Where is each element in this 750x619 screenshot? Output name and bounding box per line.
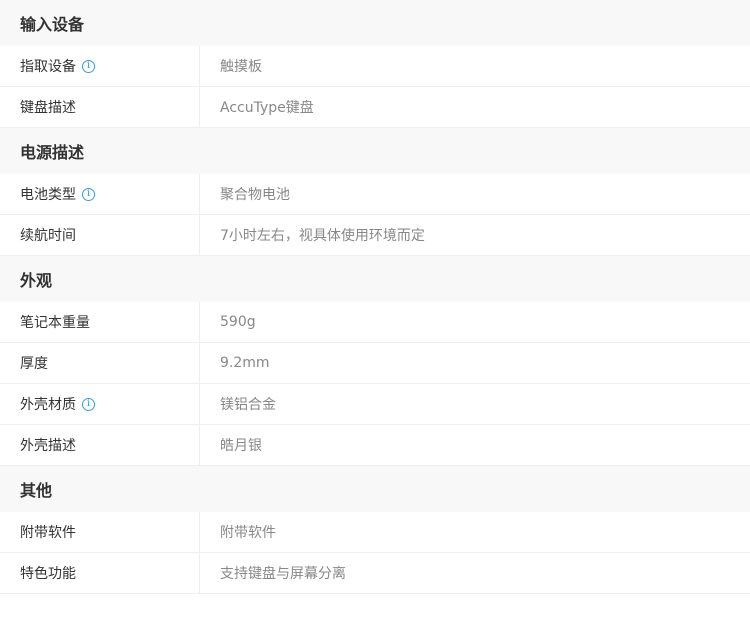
spec-label: 特色功能: [20, 566, 76, 582]
spec-value: 590g: [220, 314, 256, 330]
spec-value: 触摸板: [220, 59, 262, 75]
spec-label: 电池类型: [20, 187, 76, 203]
info-icon[interactable]: i: [82, 397, 95, 411]
section-title-power: 电源描述: [0, 128, 750, 174]
spec-value: AccuType键盘: [220, 100, 314, 116]
section-title-appearance: 外观: [0, 256, 750, 302]
section-title-input-devices: 输入设备: [0, 0, 750, 46]
spec-row: 厚度 9.2mm: [0, 343, 750, 384]
info-icon[interactable]: i: [82, 187, 95, 201]
spec-value: 附带软件: [220, 525, 276, 541]
spec-row: 外壳材质 i 镁铝合金: [0, 384, 750, 425]
info-icon[interactable]: i: [82, 59, 95, 73]
spec-value: 皓月银: [220, 438, 262, 454]
spec-row: 电池类型 i 聚合物电池: [0, 174, 750, 215]
spec-value: 镁铝合金: [220, 397, 276, 413]
section-title-other: 其他: [0, 466, 750, 512]
spec-row: 附带软件 附带软件: [0, 512, 750, 553]
spec-value: 7小时左右，视具体使用环境而定: [220, 228, 425, 244]
spec-label: 外壳描述: [20, 438, 76, 454]
spec-row: 续航时间 7小时左右，视具体使用环境而定: [0, 215, 750, 256]
spec-value: 聚合物电池: [220, 187, 290, 203]
spec-label: 附带软件: [20, 525, 76, 541]
spec-label: 厚度: [20, 356, 48, 372]
spec-row: 指取设备 i 触摸板: [0, 46, 750, 87]
spec-row: 外壳描述 皓月银: [0, 425, 750, 466]
spec-label: 续航时间: [20, 228, 76, 244]
spec-label: 键盘描述: [20, 100, 76, 116]
spec-value: 支持键盘与屏幕分离: [220, 566, 346, 582]
spec-row: 特色功能 支持键盘与屏幕分离: [0, 553, 750, 594]
spec-value: 9.2mm: [220, 355, 270, 371]
spec-table: 输入设备 指取设备 i 触摸板 键盘描述 AccuType键盘 电源描述 电池类…: [0, 0, 750, 594]
spec-row: 键盘描述 AccuType键盘: [0, 87, 750, 128]
spec-label: 外壳材质: [20, 397, 76, 413]
spec-label: 笔记本重量: [20, 315, 90, 331]
spec-label: 指取设备: [20, 59, 76, 75]
spec-row: 笔记本重量 590g: [0, 302, 750, 343]
